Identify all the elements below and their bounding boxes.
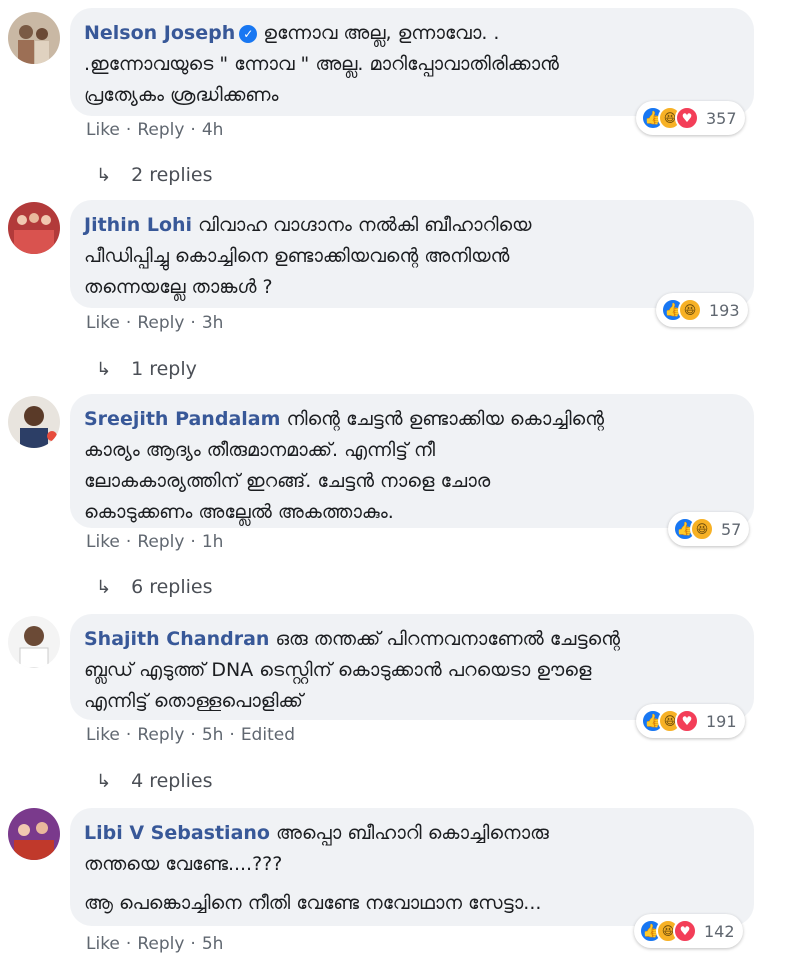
comment-bubble: Sreejith Pandalam നിന്റെ ചേട്ടൻ ഉണ്ടാക്ക…: [70, 394, 754, 528]
reactions-summary[interactable]: 👍 😆 ♥ 191: [636, 704, 745, 738]
love-icon: ♥: [673, 919, 697, 943]
comment-line: തന്നെയല്ലേ താങ്കൾ ?: [84, 276, 273, 298]
replies-count[interactable]: 4 replies: [131, 770, 212, 792]
comment-line: ബ്ലഡ് എടുത്ത് DNA ടെസ്റ്റിന് കൊടുക്കാൻ പ…: [84, 659, 592, 681]
view-replies-link[interactable]: ↳ 6 replies: [96, 576, 213, 598]
like-link[interactable]: Like: [86, 532, 120, 552]
replies-count[interactable]: 2 replies: [131, 164, 212, 186]
verified-badge-icon: ✓: [239, 25, 258, 43]
timestamp[interactable]: 5h: [202, 934, 224, 954]
reactions-summary[interactable]: 👍 😆 193: [656, 293, 748, 327]
reaction-count: 191: [706, 711, 737, 731]
replies-count[interactable]: 6 replies: [131, 576, 212, 598]
edited-label[interactable]: Edited: [241, 725, 295, 745]
view-replies-link[interactable]: ↳ 4 replies: [96, 770, 213, 792]
author-name[interactable]: Shajith Chandran: [84, 628, 269, 650]
haha-icon: 😆: [690, 517, 714, 541]
love-icon: ♥: [675, 106, 699, 130]
reply-arrow-icon: ↳: [96, 770, 112, 792]
reactions-summary[interactable]: 👍 😆 ♥ 142: [634, 914, 743, 948]
timestamp[interactable]: 5h: [202, 725, 224, 745]
reactions-summary[interactable]: 👍 😆 ♥ 357: [636, 101, 745, 135]
view-replies-link[interactable]: ↳ 2 replies: [96, 164, 213, 186]
reply-link[interactable]: Reply: [137, 120, 184, 140]
replies-count[interactable]: 1 reply: [131, 358, 197, 380]
reaction-count: 357: [706, 108, 737, 128]
author-name[interactable]: Jithin Lohi: [84, 214, 192, 236]
comment-line: കൊടുക്കണം അല്ലേൽ അകത്താകും.: [84, 501, 394, 523]
comment-line: അപ്പൊ ബീഹാറി കൊച്ചിനൊരു: [276, 822, 549, 844]
comment-actions: Like · Reply · 3h: [86, 313, 224, 333]
comment-text: Shajith Chandran ഒരു തന്തക്ക് പിറന്നവനാണ…: [84, 624, 740, 717]
timestamp[interactable]: 4h: [202, 120, 224, 140]
comment-line: ആ പെങ്കൊച്ചിനെ നീതി വേണ്ടേ നവോഥാന സേട്ടാ…: [84, 892, 542, 914]
comment-line: കാര്യം ആദ്യം തീരുമാനമാക്ക്. എന്നിട്ട് നീ: [84, 439, 435, 461]
avatar[interactable]: [8, 616, 60, 668]
timestamp[interactable]: 1h: [202, 532, 224, 552]
comment-line: പീഡിപ്പിച്ചു കൊച്ചിനെ ഉണ്ടാക്കിയവന്റെ അന…: [84, 245, 510, 267]
avatar[interactable]: [8, 808, 60, 860]
comment-text: Jithin Lohi വിവാഹ വാഗ്ദാനം നൽകി ബീഹാറിയെ…: [84, 210, 740, 303]
comment-line: തന്തയെ വേണ്ടേ....???: [84, 853, 283, 875]
reaction-count: 142: [704, 921, 735, 941]
comment-line: ഉന്നോവ അല്ല, ഉന്നാവോ. .: [263, 22, 500, 44]
comment-line: നിന്റെ ചേട്ടൻ ഉണ്ടാക്കിയ കൊച്ചിന്റെ: [286, 408, 605, 430]
avatar[interactable]: [8, 12, 60, 64]
author-name[interactable]: Sreejith Pandalam: [84, 408, 280, 430]
comment-text: Nelson Joseph ✓ ഉന്നോവ അല്ല, ഉന്നാവോ. . .…: [84, 18, 740, 111]
comment-text: Sreejith Pandalam നിന്റെ ചേട്ടൻ ഉണ്ടാക്ക…: [84, 404, 740, 528]
author-name[interactable]: Nelson Joseph: [84, 22, 235, 44]
like-link[interactable]: Like: [86, 725, 120, 745]
comment-actions: Like · Reply · 5h · Edited: [86, 725, 295, 745]
comment-actions: Like · Reply · 4h: [86, 120, 224, 140]
avatar[interactable]: [8, 396, 60, 448]
comment-bubble: Jithin Lohi വിവാഹ വാഗ്ദാനം നൽകി ബീഹാറിയെ…: [70, 200, 754, 308]
timestamp[interactable]: 3h: [202, 313, 224, 333]
reply-arrow-icon: ↳: [96, 358, 112, 380]
comment-line: .ഇന്നോവയുടെ " ന്നോവ " അല്ല. മാറിപ്പോവാതി…: [84, 53, 559, 75]
like-link[interactable]: Like: [86, 120, 120, 140]
comment-actions: Like · Reply · 5h: [86, 934, 224, 954]
haha-icon: 😆: [678, 298, 702, 322]
comment-bubble: Nelson Joseph ✓ ഉന്നോവ അല്ല, ഉന്നാവോ. . .…: [70, 8, 754, 116]
reply-arrow-icon: ↳: [96, 164, 112, 186]
reply-link[interactable]: Reply: [137, 532, 184, 552]
like-link[interactable]: Like: [86, 313, 120, 333]
reactions-summary[interactable]: 👍 😆 57: [668, 512, 750, 546]
reaction-count: 193: [709, 300, 740, 320]
reaction-count: 57: [721, 519, 742, 539]
comment-text: Libi V Sebastiano അപ്പൊ ബീഹാറി കൊച്ചിനൊര…: [84, 818, 740, 919]
like-link[interactable]: Like: [86, 934, 120, 954]
avatar[interactable]: [8, 202, 60, 254]
comment-line: ലോകകാര്യത്തിന് ഇറങ്ങ്. ചേട്ടൻ നാളെ ചോര: [84, 470, 491, 492]
love-icon: ♥: [675, 709, 699, 733]
reply-link[interactable]: Reply: [137, 725, 184, 745]
reply-link[interactable]: Reply: [137, 934, 184, 954]
comment-line: ഒരു തന്തക്ക് പിറന്നവനാണേൽ ചേട്ടന്റെ: [275, 628, 620, 650]
comment-line: വിവാഹ വാഗ്ദാനം നൽകി ബീഹാറിയെ: [198, 214, 532, 236]
comment-actions: Like · Reply · 1h: [86, 532, 224, 552]
author-name[interactable]: Libi V Sebastiano: [84, 822, 270, 844]
view-replies-link[interactable]: ↳ 1 reply: [96, 358, 197, 380]
comment-bubble: Libi V Sebastiano അപ്പൊ ബീഹാറി കൊച്ചിനൊര…: [70, 808, 754, 926]
reply-arrow-icon: ↳: [96, 576, 112, 598]
reply-link[interactable]: Reply: [137, 313, 184, 333]
